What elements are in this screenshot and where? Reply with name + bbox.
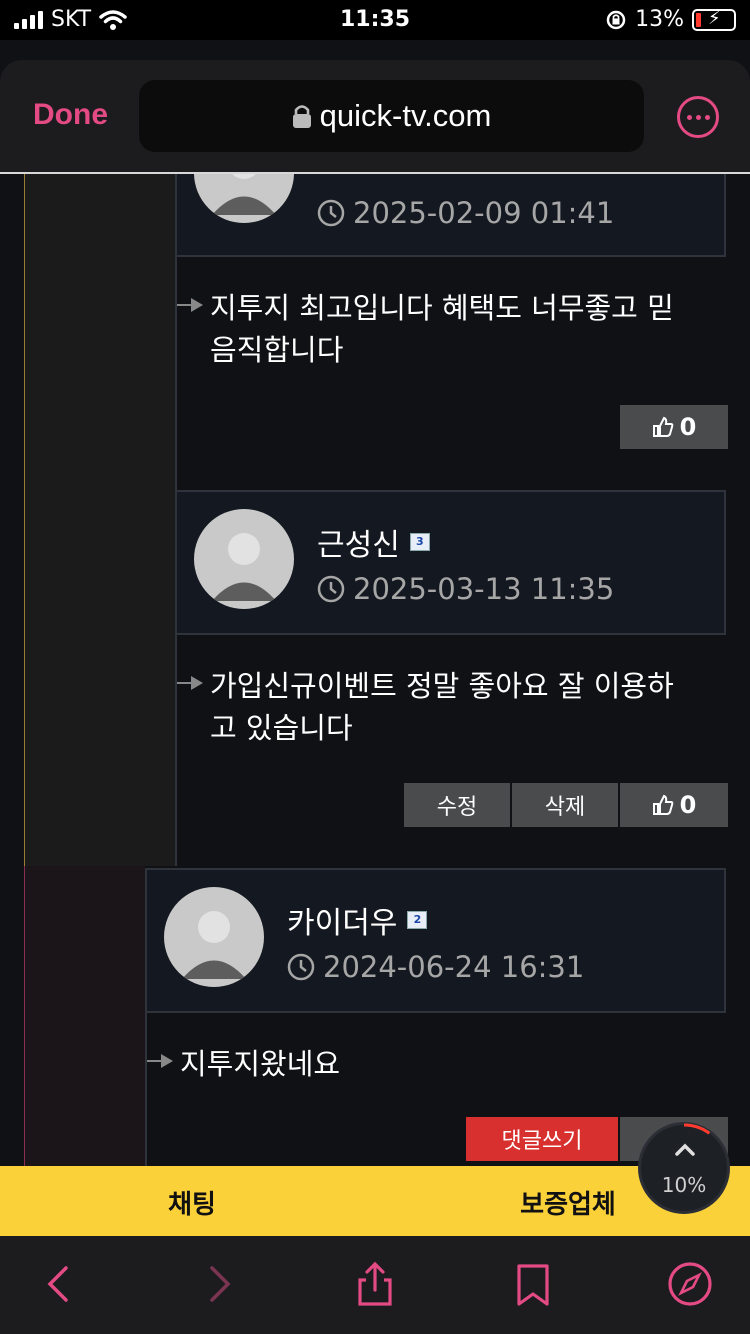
- thread-indent-gutter: [24, 174, 175, 866]
- compass-icon[interactable]: [666, 1260, 714, 1308]
- forward-icon[interactable]: [194, 1260, 242, 1308]
- status-bar: SKT 11:35 13% ⚡: [0, 0, 750, 40]
- rotation-lock-icon: [606, 10, 626, 29]
- lock-icon: [292, 105, 311, 128]
- avatar: [194, 509, 294, 609]
- like-button[interactable]: 0: [620, 783, 728, 827]
- delete-button[interactable]: 삭제: [512, 783, 618, 827]
- back-icon[interactable]: [36, 1260, 84, 1308]
- avatar: [194, 174, 294, 223]
- comment-header: 2025-02-09 01:41: [175, 174, 726, 257]
- comment-thread: 2025-02-09 01:41 지투지 최고입니다 혜택도 너무좋고 믿 음직…: [0, 174, 750, 1174]
- done-button[interactable]: Done: [33, 98, 108, 132]
- chevron-up-icon: [675, 1143, 695, 1156]
- comment-author[interactable]: 카이더우 2: [287, 898, 428, 942]
- comment-text: 지투지왔네요: [180, 1047, 341, 1081]
- more-icon[interactable]: [677, 96, 719, 138]
- clock-icon: [287, 953, 315, 981]
- edit-button[interactable]: 수정: [404, 783, 510, 827]
- level-badge: 2: [407, 911, 428, 929]
- reply-arrow-icon: [177, 676, 203, 690]
- comment-text: 지투지 최고입니다 혜택도 너무좋고 믿 음직합니다: [210, 291, 674, 367]
- comment-body: 가입신규이벤트 정말 좋아요 잘 이용하 고 있습니다 수정 삭제 0: [175, 635, 728, 866]
- thread-indent-gutter: [24, 866, 145, 1174]
- browser-toolbar: [0, 1236, 750, 1334]
- battery-icon: ⚡: [692, 8, 736, 31]
- clock-icon: [317, 199, 345, 227]
- comment-header: 카이더우 2 2024-06-24 16:31: [145, 868, 726, 1013]
- reply-button[interactable]: 댓글쓰기: [466, 1117, 618, 1161]
- comment-header: 근성신 3 2025-03-13 11:35: [175, 490, 726, 635]
- scroll-percent: 10%: [661, 1173, 707, 1197]
- browser-bar: Done quick-tv.com: [0, 60, 750, 172]
- comment-body: 지투지 최고입니다 혜택도 너무좋고 믿 음직합니다 0: [175, 257, 728, 490]
- battery-percent: 13%: [635, 7, 684, 32]
- clock-icon: [317, 575, 345, 603]
- bookmark-icon[interactable]: [509, 1260, 557, 1308]
- url-bar[interactable]: quick-tv.com: [139, 80, 644, 152]
- thumbs-up-icon: [652, 794, 673, 815]
- level-badge: 3: [409, 533, 430, 551]
- avatar: [164, 887, 264, 987]
- share-icon[interactable]: [351, 1260, 399, 1308]
- comment-datetime: 2024-06-24 16:31: [287, 950, 584, 984]
- reply-arrow-icon: [147, 1054, 173, 1068]
- comment-datetime: 2025-03-13 11:35: [317, 572, 614, 606]
- like-button[interactable]: 0: [620, 405, 728, 449]
- thumbs-up-icon: [652, 416, 673, 437]
- comment-text: 가입신규이벤트 정말 좋아요 잘 이용하 고 있습니다: [210, 669, 674, 745]
- browser-divider: [0, 172, 750, 174]
- scroll-progress-ring: [639, 1123, 729, 1213]
- verified-sites-link[interactable]: 보증업체: [508, 1184, 628, 1221]
- comment-author[interactable]: 근성신 3: [317, 520, 430, 564]
- url-text: quick-tv.com: [319, 98, 492, 133]
- scroll-to-top-button[interactable]: 10%: [638, 1122, 730, 1214]
- reply-arrow-icon: [177, 298, 203, 312]
- chat-link[interactable]: 채팅: [150, 1184, 234, 1221]
- comment-datetime: 2025-02-09 01:41: [317, 196, 614, 230]
